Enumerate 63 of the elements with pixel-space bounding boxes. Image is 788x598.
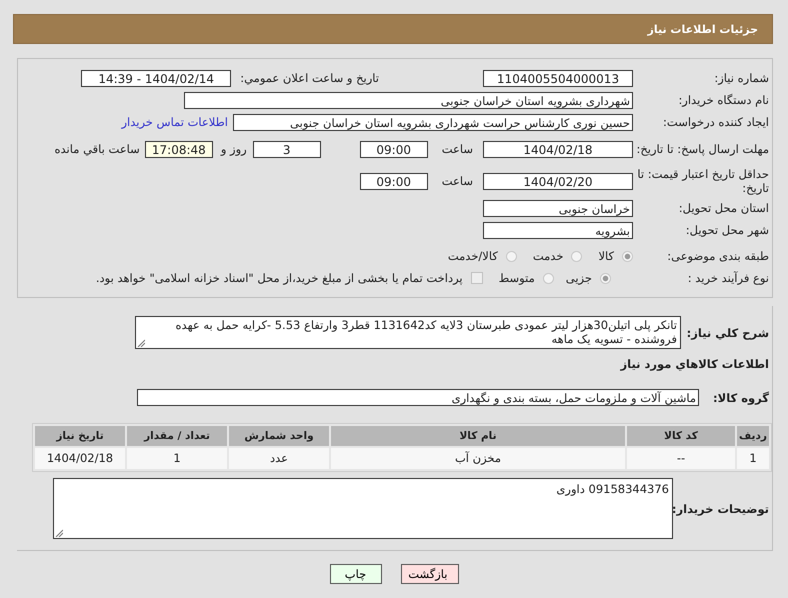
table-cell: 1404/02/18 xyxy=(35,448,125,469)
column-header: تعداد / مقدار xyxy=(127,426,227,446)
field-label: شهر محل تحویل: xyxy=(684,223,769,237)
time-label: ساعت xyxy=(442,142,473,156)
need-number-field: 1104005504000013 xyxy=(483,70,633,86)
checkbox[interactable] xyxy=(470,272,483,284)
deadline-time-field: 09:00 xyxy=(360,140,428,158)
column-header: تاریخ نیاز xyxy=(35,426,125,446)
radio-button[interactable] xyxy=(622,250,633,262)
field-label: گروه کالا: xyxy=(712,390,770,404)
field-label: مهلت ارسال پاسخ: تا تاریخ: xyxy=(635,142,769,156)
field-label: تاریخ و ساعت اعلان عمومي: xyxy=(240,71,379,85)
resize-grip-icon[interactable] xyxy=(55,529,63,537)
field-label: شرح کلي نیاز: xyxy=(686,326,770,340)
remaining-label: ساعت باقي مانده xyxy=(54,142,140,156)
column-header: واحد شمارش xyxy=(229,426,329,446)
table-cell: 1 xyxy=(127,448,227,469)
days-label: روز و xyxy=(220,142,247,156)
city-field: بشرویه xyxy=(483,222,633,238)
back-button[interactable]: بازگشت xyxy=(400,564,458,584)
radio-label: کالا xyxy=(598,249,614,263)
table-cell: -- xyxy=(627,448,735,469)
buyer-org-field: شهرداری بشرویه استان خراسان جنوبی xyxy=(184,92,633,108)
field-label: حداقل تاریخ اعتبار قیمت: تا تاریخ: xyxy=(636,167,769,195)
page-title: جزئیات اطلاعات نیاز xyxy=(648,22,758,36)
field-label: نام دستگاه خریدار: xyxy=(677,93,769,107)
table-cell: 1 xyxy=(737,448,769,469)
province-field: خراسان جنوبی xyxy=(483,200,633,216)
time-label: ساعت xyxy=(442,174,473,188)
column-header: کد کالا xyxy=(627,426,735,446)
deadline-date-field: 1404/02/18 xyxy=(483,140,633,158)
field-label: نوع فرآیند خرید : xyxy=(686,271,769,285)
announce-date-field: 1404/02/14 - 14:39 xyxy=(81,70,232,86)
column-header: نام کالا xyxy=(331,426,625,446)
field-label: ایجاد کننده درخواست: xyxy=(662,115,769,129)
radio-button[interactable] xyxy=(600,272,611,284)
print-button[interactable]: چاپ xyxy=(330,564,382,584)
validity-date-field: 1404/02/20 xyxy=(483,172,633,190)
radio-label: کالا/خدمت xyxy=(448,249,498,263)
radio-label: متوسط xyxy=(498,271,535,285)
days-field: 3 xyxy=(252,140,321,158)
goods-group-field: ماشین آلات و ملزومات حمل، بسته بندی و نگهداری xyxy=(137,389,699,406)
radio-button[interactable] xyxy=(571,250,582,262)
table-cell: عدد xyxy=(229,448,329,469)
checkbox-label: پرداخت تمام یا بخشی از مبلغ خرید،از محل "اسناد خزانه اسلامی" خواهد بود. xyxy=(96,271,463,285)
radio-button[interactable] xyxy=(506,250,517,262)
radio-label: خدمت xyxy=(532,249,564,263)
resize-grip-icon[interactable] xyxy=(137,339,145,347)
requester-field: حسین نوری کارشناس حراست شهرداری بشرویه استان خراسان جنوبی xyxy=(233,114,633,130)
buyer-contact-link[interactable]: اطلاعات تماس خریدار xyxy=(121,115,228,129)
description-field: تانکر پلی اتیلن30هزار لیتر عمودی طبرستان 3لایه کد1131642 قطر3 وارتفاع 5.53 -کرایه حمل به عهده فروشنده - تسویه یک ماهه xyxy=(135,316,681,349)
field-label: شماره نیاز: xyxy=(713,71,769,85)
field-label: طبقه بندی موضوعی: xyxy=(666,249,769,263)
column-header: ردیف xyxy=(737,426,769,446)
section-title: اطلاعات کالاهاي مورد نیاز xyxy=(619,357,770,371)
table-cell: مخزن آب xyxy=(331,448,625,469)
buyer-notes-field: 09158344376 داوری xyxy=(53,478,673,539)
remaining-time-field: 17:08:48 xyxy=(144,140,213,158)
validity-time-field: 09:00 xyxy=(360,172,428,190)
radio-button[interactable] xyxy=(542,272,554,284)
field-label: توضیحات خریدار: xyxy=(673,502,770,516)
field-label: استان محل تحویل: xyxy=(678,201,769,215)
radio-label: جزیی xyxy=(566,271,592,285)
